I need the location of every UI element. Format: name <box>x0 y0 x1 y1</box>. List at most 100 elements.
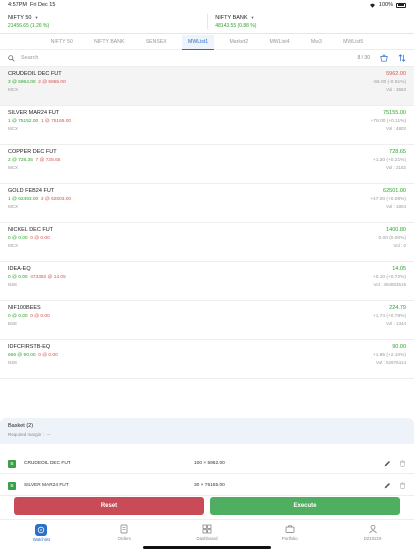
index-nifty50[interactable]: NIFTY 50 ▼ 21456.65 (1.26 %) <box>0 10 207 33</box>
tab-niftybank[interactable]: NIFTY BANK <box>88 35 130 49</box>
row-symbol: NIF100BEES <box>8 305 41 311</box>
edit-icon[interactable] <box>384 482 391 489</box>
basket-title: Basket (2) <box>8 423 34 429</box>
edit-icon[interactable] <box>384 460 391 467</box>
row-exchange: NSE <box>8 360 18 365</box>
watchlist-row[interactable]: NICKEL DEC FUT 1400.80 0 @ 0.00 0 @ 0.00 0.… <box>0 223 414 262</box>
status-right: 100% <box>369 2 406 8</box>
row-symbol: NICKEL DEC FUT <box>8 227 54 233</box>
row-volume: Vol : 3663 <box>385 87 406 92</box>
battery-icon <box>396 2 406 8</box>
row-ltp: 62501.00 <box>383 188 406 194</box>
row-bid: 666 @ 90.00 <box>8 352 36 358</box>
delete-icon[interactable] <box>399 482 406 489</box>
basket-header[interactable]: Basket (2) Required margin : --- <box>0 418 414 444</box>
watchlist-row[interactable]: IDFCFIRSTB-EQ 90.00 666 @ 90.00 0 @ 0.00 +1… <box>0 340 414 379</box>
search-input[interactable]: Search <box>8 54 357 62</box>
watchlist-row[interactable]: CRUDEOIL DEC FUT 5962.00 3 @ 5964.00 2 @ 5… <box>0 67 414 106</box>
row-symbol: SILVER MAR24 FUT <box>8 110 60 116</box>
execute-button[interactable]: Execute <box>210 497 400 515</box>
nav-label: Orders <box>117 536 131 541</box>
row-ltp: 224.79 <box>389 305 406 311</box>
tab-mw3[interactable]: Mw3 <box>305 35 328 49</box>
basket-panel: Basket (2) Required margin : --- B CRUDE… <box>0 418 414 502</box>
row-ltp: 728.65 <box>389 149 406 155</box>
row-volume: Vol : 394803519 <box>373 282 406 287</box>
search-icon <box>8 54 15 62</box>
battery-percent: 100% <box>378 2 393 8</box>
watchlist-row[interactable]: COPPER DEC FUT 728.65 2 @ 728.35 7 @ 728.6… <box>0 145 414 184</box>
tab-mwlist5[interactable]: MWList5 <box>337 35 369 49</box>
row-symbol: IDFCFIRSTB-EQ <box>8 344 51 350</box>
index-name: NIFTY BANK <box>215 14 248 21</box>
tab-mwlist4[interactable]: MWList4 <box>263 35 295 49</box>
user-icon <box>368 524 377 534</box>
tab-market2[interactable]: Market2 <box>223 35 254 49</box>
index-change: (1.26 %) <box>30 22 50 29</box>
row-ltp: 14.05 <box>392 266 406 272</box>
watchlist-row[interactable]: GOLD FEB24 FUT 62501.00 1 @ 62493.00 3 @ 6… <box>0 184 414 223</box>
tab-mwlist1[interactable]: MWList1 <box>182 34 215 50</box>
tab-sensex[interactable]: SENSEX <box>140 35 173 49</box>
watchlist-tabs: NIFTY 50 NIFTY BANK SENSEX MWList1 Marke… <box>0 34 414 50</box>
row-ltp: 1400.80 <box>386 227 406 233</box>
row-ask: 7 @ 728.65 <box>35 157 61 163</box>
status-bar: 4:57PM Fri Dec 15 100% <box>0 0 414 10</box>
nav-watchlist[interactable]: Watchlist <box>0 520 83 552</box>
row-volume: Vol : 4802 <box>385 126 406 131</box>
nav-label: Portfolio <box>281 536 298 541</box>
index-niftybank[interactable]: NIFTY BANK ▼ 48143.55 (0.88 %) <box>207 10 414 33</box>
row-exchange: BSE <box>8 321 18 326</box>
row-change: +1.20 (+0.21%) <box>372 157 406 163</box>
basket-item[interactable]: B SILVER MAR24 FUT 30 × 75155.00 <box>0 476 414 496</box>
chevron-down-icon: ▼ <box>250 15 255 20</box>
row-bid: 2 @ 728.35 <box>8 157 33 163</box>
search-row: Search 8 / 30 <box>0 50 414 67</box>
sort-icon[interactable] <box>398 54 406 62</box>
row-exchange: MCX <box>8 87 18 92</box>
row-ask: 0 @ 0.00 <box>30 313 50 319</box>
watchlist: CRUDEOIL DEC FUT 5962.00 3 @ 5964.00 2 @ 5… <box>0 67 414 400</box>
row-ask: 0 @ 0.00 <box>38 352 58 358</box>
row-ask: 2 @ 5965.00 <box>38 79 66 85</box>
basket-item-qty: 100 × 5962.00 <box>194 461 225 466</box>
basket-actions: Reset Execute <box>14 497 400 515</box>
basket-icon[interactable] <box>380 54 388 62</box>
watchlist-row[interactable]: NIF100BEES 224.79 0 @ 0.00 0 @ 0.00 +1.74 (… <box>0 301 414 340</box>
row-volume: Vol : 2182 <box>385 165 406 170</box>
row-ltp: 90.00 <box>392 344 406 350</box>
row-ask: 473392 @ 14.05 <box>30 274 66 280</box>
portfolio-icon <box>285 525 295 533</box>
chevron-down-icon: ▼ <box>34 15 39 20</box>
watchlist-row[interactable]: SILVER MAR24 FUT 75155.00 1 @ 75152.00 1 @… <box>0 106 414 145</box>
tab-nifty50[interactable]: NIFTY 50 <box>45 35 79 49</box>
basket-item-symbol: SILVER MAR24 FUT <box>24 483 69 488</box>
status-left: 4:57PM Fri Dec 15 <box>8 2 55 8</box>
row-bid: 0 @ 0.00 <box>8 235 28 241</box>
wifi-icon <box>369 3 375 8</box>
row-ask: 0 @ 0.00 <box>30 235 50 241</box>
row-exchange: MCX <box>8 204 18 209</box>
status-time: 4:57PM <box>8 2 27 8</box>
row-exchange: MCX <box>8 243 18 248</box>
row-volume: Vol : 0 <box>393 243 406 248</box>
index-value: 21456.65 <box>8 22 29 29</box>
margin-value: --- <box>46 432 51 437</box>
row-change: +78.00 (+0.11%) <box>370 118 406 124</box>
watchlist-row[interactable]: IDEA-EQ 14.05 0 @ 0.00 473392 @ 14.05 +0.10… <box>0 262 414 301</box>
row-ltp: 75155.00 <box>383 110 406 116</box>
index-change: (0.88 %) <box>237 22 257 29</box>
row-bid: 0 @ 0.00 <box>8 274 28 280</box>
row-ltp: 5962.00 <box>386 71 406 77</box>
watchlist-count: 8 / 30 <box>357 55 370 61</box>
orders-icon <box>120 524 128 534</box>
nav-profile[interactable]: DZ10219 <box>331 520 414 552</box>
reset-button[interactable]: Reset <box>14 497 204 515</box>
row-symbol: IDEA-EQ <box>8 266 31 272</box>
basket-item[interactable]: B CRUDEOIL DEC FUT 100 × 5962.00 <box>0 454 414 474</box>
row-bid: 0 @ 0.00 <box>8 313 28 319</box>
nav-label: DZ10219 <box>363 536 382 541</box>
delete-icon[interactable] <box>399 460 406 467</box>
row-symbol: CRUDEOIL DEC FUT <box>8 71 62 77</box>
buy-tag: B <box>8 481 16 490</box>
